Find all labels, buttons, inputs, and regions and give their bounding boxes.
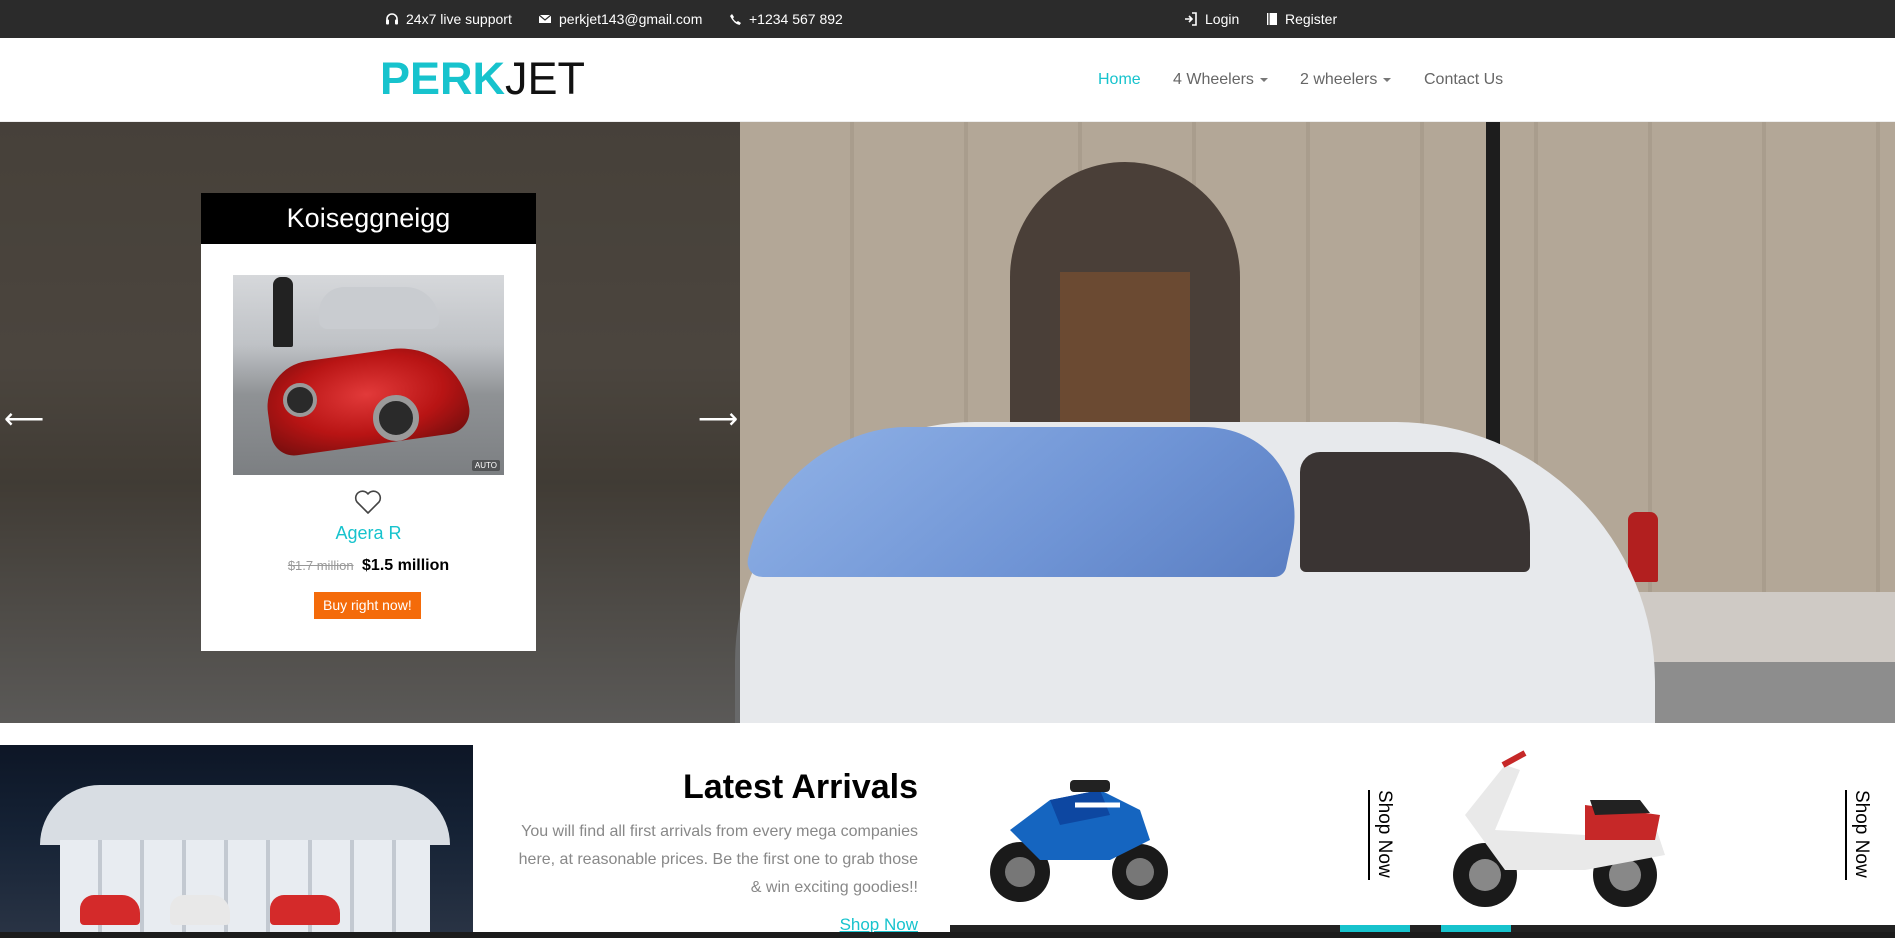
product-brand-title: Koiseggneigg — [201, 193, 536, 244]
product-image[interactable]: AUTO — [233, 275, 504, 475]
latest-arrivals-description: You will find all first arrivals from ev… — [518, 823, 918, 896]
nav-2-wheelers-label: 2 wheelers — [1300, 71, 1378, 88]
product-image-wheel — [283, 383, 317, 417]
logo-jet: JET — [505, 53, 586, 104]
carousel-indicator[interactable] — [1441, 925, 1511, 932]
live-support-text: 24x7 live support — [406, 11, 512, 27]
latest-arrivals-title: Latest Arrivals — [683, 768, 918, 806]
caret-down-icon — [1383, 77, 1392, 82]
product-image-bg-car — [319, 287, 439, 329]
caret-down-icon — [1259, 77, 1268, 82]
envelope-icon — [538, 13, 552, 25]
email-text[interactable]: perkjet143@gmail.com — [559, 11, 702, 27]
product-card: Koiseggneigg AUTO Agera R $1.7 million $… — [201, 193, 536, 651]
top-info-bar: 24x7 live support perkjet143@gmail.com +… — [0, 0, 1895, 38]
hero-carousel: ⟵ ⟶ Koiseggneigg AUTO Agera R $1.7 milli… — [0, 122, 1895, 723]
product-image-person — [273, 277, 293, 347]
nav-2-wheelers[interactable]: 2 wheelers — [1300, 71, 1392, 89]
showroom-roof — [40, 785, 450, 845]
login-label[interactable]: Login — [1205, 11, 1239, 27]
register-link[interactable]: Register — [1266, 11, 1337, 27]
email-item[interactable]: perkjet143@gmail.com — [538, 11, 702, 27]
old-price: $1.7 million — [287, 558, 354, 573]
login-link[interactable]: Login — [1184, 11, 1239, 27]
carousel-prev-arrow-icon[interactable]: ⟵ — [4, 405, 44, 433]
nav-4-wheelers-label: 4 Wheelers — [1173, 71, 1254, 88]
register-icon — [1266, 12, 1278, 26]
product-price: $1.7 million $1.5 million — [201, 557, 536, 575]
logo-perk: PERK — [380, 53, 506, 104]
headset-icon — [385, 12, 399, 26]
bike-2-shop-now[interactable]: Shop Now — [1845, 790, 1872, 880]
showroom-car — [170, 895, 230, 925]
product-image-wheel — [373, 395, 419, 441]
hero-car-side-window — [1300, 452, 1530, 572]
carousel-indicator[interactable] — [1340, 925, 1410, 932]
new-price: $1.5 million — [362, 557, 450, 574]
site-header: PERKJET Home 4 Wheelers 2 wheelers Conta… — [0, 38, 1895, 122]
nav-contact-us[interactable]: Contact Us — [1424, 71, 1503, 89]
phone-icon — [729, 13, 742, 26]
showroom-car — [270, 895, 340, 925]
scooter-image[interactable] — [1425, 745, 1685, 915]
heart-icon[interactable] — [354, 489, 382, 520]
phone-item[interactable]: +1234 567 892 — [729, 11, 843, 27]
showroom-image — [0, 745, 473, 938]
product-image-watermark: AUTO — [471, 460, 500, 471]
bike-1-shop-now[interactable]: Shop Now — [1368, 790, 1395, 880]
page-bottom-line — [0, 932, 1895, 938]
buy-now-button[interactable]: Buy right now! — [314, 592, 421, 619]
register-label[interactable]: Register — [1285, 11, 1337, 27]
showroom-car — [80, 895, 140, 925]
login-icon — [1184, 12, 1198, 26]
hero-hydrant — [1628, 512, 1658, 582]
phone-text[interactable]: +1234 567 892 — [749, 11, 843, 27]
live-support-item: 24x7 live support — [385, 11, 512, 27]
product-name[interactable]: Agera R — [201, 523, 536, 544]
nav-4-wheelers[interactable]: 4 Wheelers — [1173, 71, 1268, 89]
carousel-next-arrow-icon[interactable]: ⟶ — [698, 405, 738, 433]
nav-home[interactable]: Home — [1098, 71, 1141, 89]
hero-car-windshield — [744, 427, 1316, 577]
blue-sportbike-image[interactable] — [980, 760, 1170, 910]
site-logo[interactable]: PERKJET — [380, 56, 585, 101]
